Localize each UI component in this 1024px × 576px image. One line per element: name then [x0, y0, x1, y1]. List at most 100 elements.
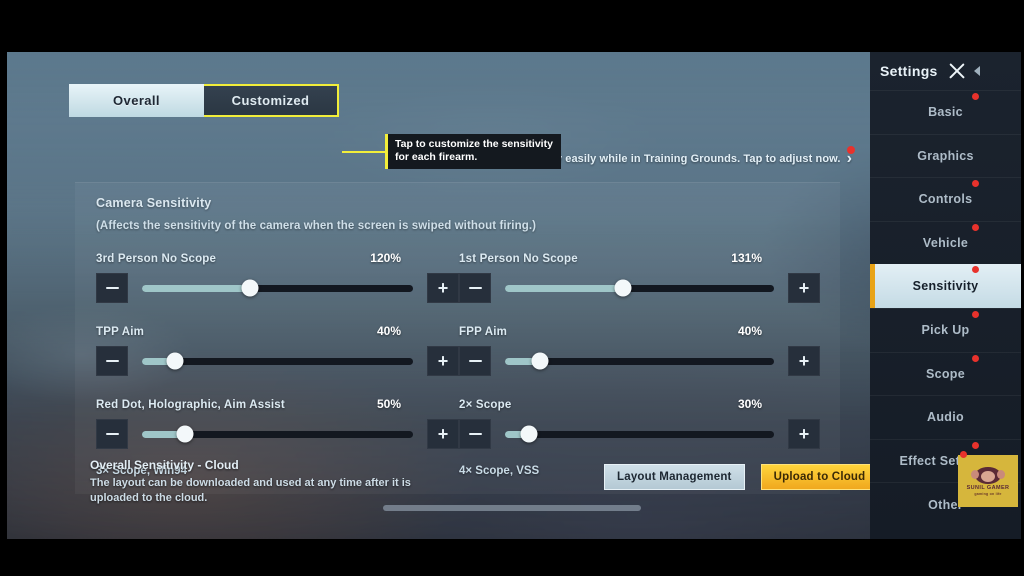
tab-overall[interactable]: Overall — [69, 84, 204, 117]
sidebar-item-label: Basic — [928, 105, 963, 120]
slider-tpp-aim: TPP Aim 40% + — [96, 322, 459, 395]
customize-tooltip: Tap to customize the sensitivity for eac… — [385, 134, 561, 169]
watermark-tagline: gaming on life — [974, 491, 1002, 496]
increase-button[interactable]: + — [427, 346, 459, 376]
slider-3rd-person-no-scope: 3rd Person No Scope 120% + — [96, 249, 459, 322]
increase-button[interactable]: + — [427, 273, 459, 303]
sidebar-badge-dot — [972, 266, 979, 274]
slider-track[interactable] — [142, 352, 413, 370]
sidebar-badge-dot — [972, 180, 979, 188]
collapse-arrow-icon[interactable] — [973, 66, 980, 76]
close-icon[interactable] — [948, 62, 967, 81]
slider-1st-person-no-scope: 1st Person No Scope 131% + — [459, 249, 820, 322]
slider-thumb[interactable] — [520, 425, 538, 443]
decrease-button[interactable] — [96, 273, 128, 303]
slider-fill — [142, 284, 251, 292]
slider-thumb[interactable] — [176, 425, 194, 443]
slider-fpp-aim: FPP Aim 40% + — [459, 322, 820, 395]
cloud-action-buttons: Layout Management Upload to Cloud — [604, 462, 881, 490]
sidebar-item-label: Graphics — [917, 148, 974, 163]
upload-to-cloud-label: Upload to Cloud — [773, 471, 866, 483]
sidebar-title: Settings — [880, 63, 938, 79]
slider-track[interactable] — [142, 425, 413, 443]
slider-value: 40% — [376, 324, 401, 338]
slider-track[interactable] — [505, 352, 774, 370]
slider-fill — [505, 284, 624, 292]
section-title: Camera Sensitivity — [96, 196, 212, 210]
sidebar-badge-dot — [972, 223, 979, 231]
slider-value: 40% — [737, 324, 762, 338]
banner-badge-dot — [847, 146, 855, 154]
slider-track-area[interactable] — [505, 419, 774, 449]
slider-label: FPP Aim — [459, 326, 508, 338]
cloud-title: Overall Sensitivity - Cloud — [90, 458, 239, 472]
sidebar-item-audio[interactable]: Audio — [870, 395, 1021, 439]
sidebar-item-graphics[interactable]: Graphics — [870, 133, 1021, 178]
slider-label: Red Dot, Holographic, Aim Assist — [96, 399, 285, 411]
sidebar-item-pick-up[interactable]: Pick Up — [870, 307, 1021, 352]
channel-watermark: SUNIL GAMER gaming on life — [958, 451, 1018, 507]
sidebar-item-label: Pick Up — [921, 323, 970, 338]
slider-track-area[interactable] — [505, 346, 774, 376]
layout-management-button[interactable]: Layout Management — [604, 464, 745, 490]
upload-to-cloud-button[interactable]: Upload to Cloud — [760, 462, 881, 490]
section-subtitle: (Affects the sensitivity of the camera w… — [96, 220, 537, 232]
sidebar-item-label: Sensitivity — [912, 279, 979, 294]
sidebar-badge-dot — [972, 441, 979, 449]
letterbox-top — [0, 0, 1024, 52]
slider-label: TPP Aim — [96, 326, 145, 338]
increase-button[interactable]: + — [788, 346, 820, 376]
watermark-name: SUNIL GAMER — [966, 484, 1010, 491]
sidebar-item-scope[interactable]: Scope — [870, 351, 1021, 396]
slider-track[interactable] — [505, 279, 774, 297]
cloud-description: The layout can be downloaded and used at… — [90, 477, 411, 504]
sensitivity-slider-grid: 3rd Person No Scope 120% + 1st Person No… — [96, 249, 820, 477]
slider-track-area[interactable] — [142, 419, 413, 449]
sidebar-item-label: Scope — [925, 366, 965, 381]
slider-track-area[interactable] — [142, 273, 413, 303]
increase-button[interactable]: + — [788, 273, 820, 303]
sidebar-header: Settings — [870, 52, 1021, 90]
app-screen: Overall Customized Adjust sensitivity ea… — [0, 0, 1024, 576]
decrease-button[interactable] — [459, 273, 491, 303]
slider-thumb[interactable] — [241, 279, 259, 297]
sidebar-item-basic[interactable]: Basic — [870, 90, 1021, 134]
watermark-badge-dot — [960, 451, 967, 458]
increase-button[interactable]: + — [427, 419, 459, 449]
decrease-button[interactable] — [96, 419, 128, 449]
slider-thumb[interactable] — [614, 279, 632, 297]
slider-track[interactable] — [505, 425, 774, 443]
slider-track-area[interactable] — [142, 346, 413, 376]
decrease-button[interactable] — [459, 346, 491, 376]
letterbox-bottom — [0, 539, 1024, 576]
sidebar-badge-dot — [972, 93, 979, 100]
slider-track-area[interactable] — [505, 273, 774, 303]
decrease-button[interactable] — [96, 346, 128, 376]
slider-thumb[interactable] — [166, 352, 184, 370]
sidebar-item-controls[interactable]: Controls — [870, 177, 1021, 221]
slider-track[interactable] — [142, 279, 413, 297]
slider-label: 2× Scope — [459, 399, 512, 411]
increase-button[interactable]: + — [788, 419, 820, 449]
tooltip-connector — [342, 151, 388, 153]
sidebar-item-label: Audio — [927, 410, 964, 425]
sidebar-item-label: Vehicle — [922, 236, 969, 251]
slider-value: 30% — [737, 397, 762, 411]
slider-label: 3rd Person No Scope — [96, 253, 217, 265]
monkey-face-icon — [971, 466, 1005, 484]
sidebar-item-sensitivity[interactable]: Sensitivity — [870, 264, 1021, 308]
slider-thumb[interactable] — [531, 352, 549, 370]
slider-value: 120% — [370, 251, 401, 265]
horizontal-scrollbar[interactable] — [383, 505, 641, 511]
sidebar-badge-dot — [972, 310, 979, 318]
tab-customized[interactable]: Customized — [204, 84, 339, 117]
sidebar-badge-dot — [972, 354, 979, 362]
cloud-section: Overall Sensitivity - Cloud The layout c… — [90, 458, 590, 506]
slider-value: 131% — [731, 251, 762, 265]
slider-label: 1st Person No Scope — [459, 253, 578, 265]
sensitivity-mode-tabs: Overall Customized — [69, 84, 339, 117]
sidebar-item-vehicle[interactable]: Vehicle — [870, 220, 1021, 265]
slider-value: 50% — [376, 397, 401, 411]
sidebar-item-label: Controls — [918, 192, 973, 207]
decrease-button[interactable] — [459, 419, 491, 449]
